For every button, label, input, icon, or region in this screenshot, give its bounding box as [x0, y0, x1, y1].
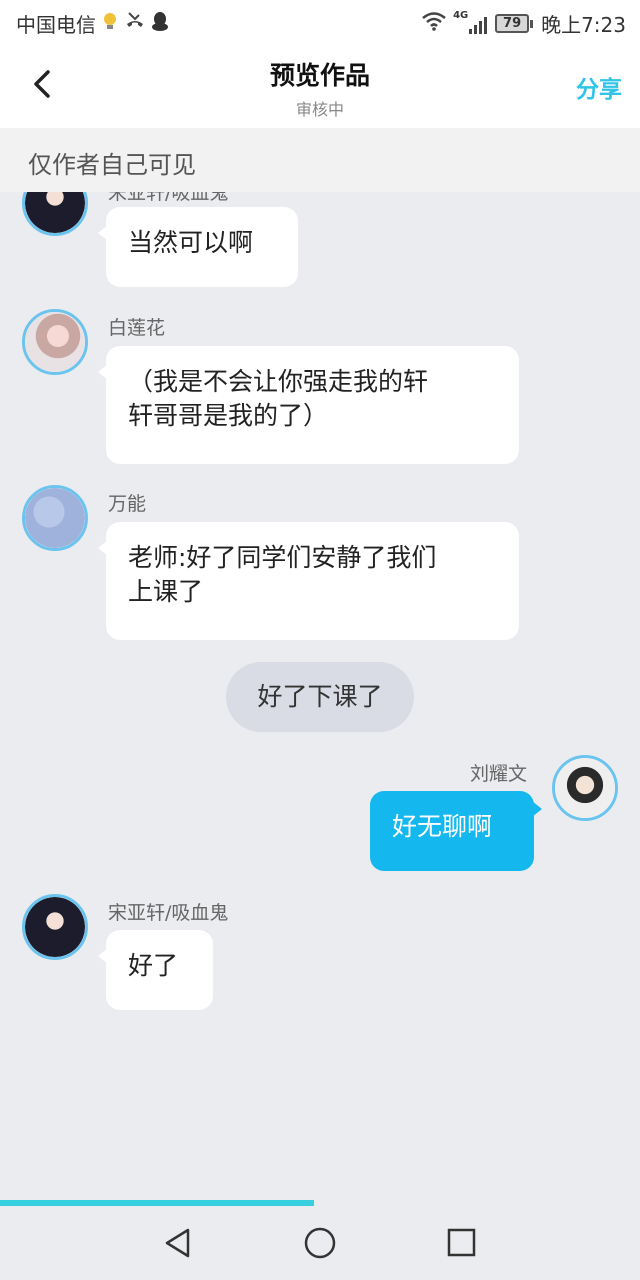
message-bubble-outgoing[interactable]: 好无聊啊 — [370, 791, 542, 871]
nav-recent-button[interactable] — [445, 1226, 479, 1260]
wifi-icon — [421, 11, 447, 36]
triangle-back-icon — [165, 1228, 190, 1258]
sender-name: 宋亚轩/吸血鬼 — [108, 192, 229, 204]
avatar-wanneng[interactable] — [22, 485, 88, 551]
message-bubble[interactable]: 好了 — [98, 930, 213, 1010]
message-text: 好无聊啊 — [392, 812, 493, 841]
bulb-icon — [100, 10, 120, 37]
share-button[interactable]: 分享 — [576, 70, 622, 104]
sender-name: 刘耀文 — [470, 763, 528, 785]
message-bubble[interactable]: 老师:好了同学们安静了我们 上课了 — [98, 522, 519, 640]
chat-list[interactable]: 宋亚轩/吸血鬼 当然可以啊 白莲花 （我是不会让你强走我的轩 轩哥哥是我的了） … — [0, 192, 640, 1200]
nav-back-button[interactable] — [161, 1226, 195, 1260]
avatar-songyaxuan[interactable] — [22, 894, 88, 960]
message-line: 轩哥哥是我的了） — [128, 401, 329, 430]
message-text: 好了 — [128, 951, 179, 980]
page-subtitle: 审核中 — [295, 100, 344, 119]
visibility-notice-text: 仅作者自己可见 — [28, 151, 196, 179]
message-text: 当然可以啊 — [128, 228, 254, 257]
avatar-liuyaowen[interactable] — [552, 755, 618, 821]
sender-name: 宋亚轩/吸血鬼 — [108, 902, 229, 924]
status-left: 中国电信 — [16, 9, 170, 38]
status-bar: 中国电信 4G 79 晚上7:23 — [0, 0, 640, 44]
message-bubble[interactable]: 当然可以啊 — [98, 207, 298, 287]
system-message: 好了下课了 — [226, 662, 414, 732]
visibility-notice: 仅作者自己可见 — [0, 128, 640, 192]
clock: 晚上7:23 — [541, 13, 626, 37]
square-recent-icon — [447, 1228, 476, 1257]
nav-home-button[interactable] — [303, 1226, 337, 1260]
sender-name: 白莲花 — [108, 317, 166, 339]
network-type-label: 4G — [453, 9, 469, 21]
page-title: 预览作品 — [269, 61, 370, 90]
missed-call-icon — [124, 10, 146, 37]
message-line: 老师:好了同学们安静了我们 — [128, 543, 437, 572]
status-right: 4G 79 晚上7:23 — [421, 9, 626, 38]
message-line: 上课了 — [128, 577, 204, 606]
sender-name: 万能 — [108, 493, 147, 515]
signal-icon: 4G — [453, 10, 488, 34]
battery-icon: 79 — [495, 14, 534, 33]
battery-level: 79 — [495, 14, 530, 33]
app-header: 预览作品 审核中 分享 — [0, 44, 640, 128]
carrier-label: 中国电信 — [16, 13, 96, 37]
message-bubble[interactable]: （我是不会让你强走我的轩 轩哥哥是我的了） — [98, 346, 519, 464]
qq-penguin-icon — [150, 10, 170, 37]
circle-home-icon — [304, 1227, 336, 1259]
avatar-songyaxuan[interactable] — [22, 192, 88, 236]
message-line: （我是不会让你强走我的轩 — [128, 367, 429, 396]
avatar-bailianhua[interactable] — [22, 309, 88, 375]
system-nav-bar — [0, 1206, 640, 1280]
